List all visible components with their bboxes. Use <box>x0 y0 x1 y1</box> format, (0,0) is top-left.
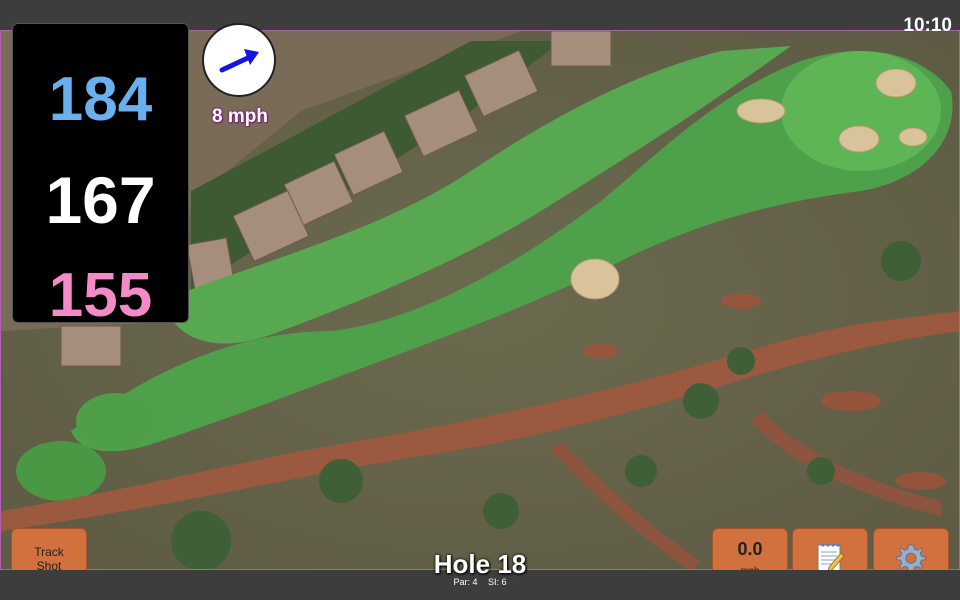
back-distance: 184 <box>48 65 153 134</box>
par-label: Par: 4 <box>453 577 478 587</box>
hole-title: Hole 18 <box>433 549 527 579</box>
golf-gps-screen: 10:10 184 167 155 8 mph Track Shot 0.0 m… <box>0 0 960 600</box>
stroke-index-label: SI: 6 <box>488 577 507 587</box>
hole-info: Par: 4 SI: 6 <box>380 577 580 587</box>
speed-value: 0.0 <box>737 539 763 559</box>
track-shot-label-line1: Track <box>34 545 64 559</box>
wind-speed: 8 mph <box>212 106 268 127</box>
wind-direction-dial <box>202 23 276 97</box>
clock: 10:10 <box>903 15 952 36</box>
distance-panel: 184 167 155 <box>12 23 189 330</box>
middle-distance: 167 <box>45 163 156 237</box>
front-distance: 155 <box>48 261 153 330</box>
arrow-icon <box>219 49 259 73</box>
